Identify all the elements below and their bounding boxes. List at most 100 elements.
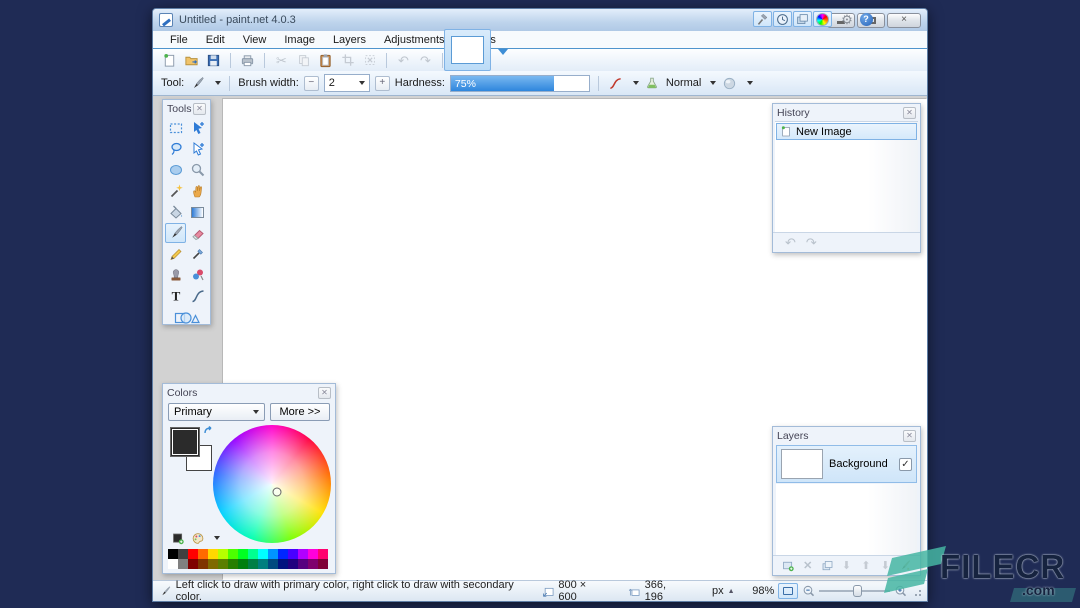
paste-button[interactable] [317,52,334,69]
history-redo-button[interactable]: ↷ [806,235,817,251]
merge-layer-down-button[interactable]: ⬇ [840,558,853,573]
swap-colors-icon[interactable] [203,425,215,437]
palette-swatch[interactable] [278,549,288,559]
palette-swatch[interactable] [278,559,288,569]
palette-swatch[interactable] [218,559,228,569]
zoom-slider[interactable] [819,583,889,599]
palette-swatch[interactable] [268,559,278,569]
color-target-select[interactable]: Primary [168,403,265,421]
palette-swatch[interactable] [198,549,208,559]
layers-panel-close-button[interactable]: ✕ [903,430,916,442]
history-undo-button[interactable]: ↶ [785,235,796,251]
palette-swatch[interactable] [168,549,178,559]
palette-swatch[interactable] [208,559,218,569]
palette-swatch[interactable] [318,549,328,559]
hardness-slider[interactable]: 75% [450,75,590,92]
palette-swatch[interactable] [178,549,188,559]
history-window-toggle[interactable] [773,11,792,27]
close-button[interactable]: × [887,13,921,28]
color-wheel-marker[interactable] [272,488,281,497]
layers-window-toggle[interactable] [793,11,812,27]
deselect-button[interactable] [361,52,378,69]
cut-button[interactable]: ✂ [273,52,290,69]
move-layer-down-button[interactable]: ⬇ [879,558,892,573]
selection-mode-dropdown-arrow[interactable] [747,81,753,85]
palette-swatch[interactable] [238,559,248,569]
image-list-chevron-icon[interactable] [498,49,508,55]
copy-button[interactable] [295,52,312,69]
current-tool-button[interactable] [189,75,206,92]
antialiasing-button[interactable] [607,75,624,92]
palette-swatch[interactable] [248,559,258,569]
delete-layer-button[interactable]: ✕ [801,558,814,573]
tools-window-toggle[interactable] [753,11,772,27]
duplicate-layer-button[interactable] [820,558,833,573]
menu-layers[interactable]: Layers [324,32,375,48]
add-palette-color-button[interactable] [170,531,186,545]
resize-grip[interactable] [911,586,921,596]
primary-color-swatch[interactable] [170,427,200,457]
palette-swatch[interactable] [228,559,238,569]
open-image-tab[interactable] [444,29,491,71]
layer-visibility-checkbox[interactable]: ✓ [899,458,912,471]
zoom-in-button[interactable] [894,584,908,598]
menu-adjustments[interactable]: Adjustments [375,32,454,48]
help-button[interactable]: ? [857,11,875,27]
tool-pencil[interactable] [165,244,186,264]
tool-lasso-select[interactable] [165,139,186,159]
brush-width-increase-button[interactable]: + [375,76,390,91]
print-button[interactable] [239,52,256,69]
zoom-out-button[interactable] [802,584,816,598]
palette-menu-button[interactable] [190,531,206,545]
layer-properties-button[interactable] [898,558,912,573]
palette-swatch[interactable] [178,559,188,569]
units-select[interactable]: px [712,585,724,597]
palette-swatch[interactable] [238,549,248,559]
colors-panel-close-button[interactable]: ✕ [318,387,331,399]
palette-swatch[interactable] [168,559,178,569]
tool-move-selected-pixels[interactable] [187,118,208,138]
tool-line-curve[interactable] [187,286,208,306]
palette-swatch[interactable] [268,549,278,559]
tool-recolor[interactable] [187,265,208,285]
menu-view[interactable]: View [234,32,276,48]
more-button[interactable]: More >> [270,403,330,421]
open-file-button[interactable] [183,52,200,69]
tool-shapes[interactable] [165,307,209,327]
zoom-slider-thumb[interactable] [853,585,862,597]
brush-width-decrease-button[interactable]: − [304,76,319,91]
colors-window-toggle[interactable] [813,11,832,27]
blend-mode-value[interactable]: Normal [666,77,701,89]
tool-rectangle-select[interactable] [165,118,186,138]
move-layer-up-button[interactable]: ⬆ [859,558,872,573]
palette-swatch[interactable] [298,559,308,569]
zoom-to-window-button[interactable] [778,583,798,599]
palette-swatch[interactable] [248,549,258,559]
crop-button[interactable] [339,52,356,69]
blend-mode-dropdown-arrow[interactable] [710,81,716,85]
tools-panel-close-button[interactable]: ✕ [193,103,206,115]
palette-swatch[interactable] [308,559,318,569]
tool-ellipse-select[interactable] [165,160,186,180]
units-dropdown-arrow[interactable]: ▲ [728,588,735,595]
palette-swatch[interactable] [188,559,198,569]
tool-move-selection[interactable] [187,139,208,159]
tool-dropdown-arrow[interactable] [215,81,221,85]
history-item[interactable]: New Image [776,123,917,140]
palette-swatch[interactable] [298,549,308,559]
tool-magic-wand[interactable] [165,181,186,201]
add-layer-button[interactable] [781,558,795,573]
palette-swatch[interactable] [308,549,318,559]
selection-mode-button[interactable] [721,75,738,92]
tool-text[interactable]: T [165,286,186,306]
palette-swatch[interactable] [318,559,328,569]
undo-button[interactable]: ↶ [395,52,412,69]
tool-color-picker[interactable] [187,244,208,264]
tool-zoom[interactable] [187,160,208,180]
palette-swatch[interactable] [198,559,208,569]
menu-edit[interactable]: Edit [197,32,234,48]
palette-swatch[interactable] [258,559,268,569]
history-panel-close-button[interactable]: ✕ [903,107,916,119]
palette-swatch[interactable] [288,559,298,569]
layer-item[interactable]: Background ✓ [776,445,917,483]
